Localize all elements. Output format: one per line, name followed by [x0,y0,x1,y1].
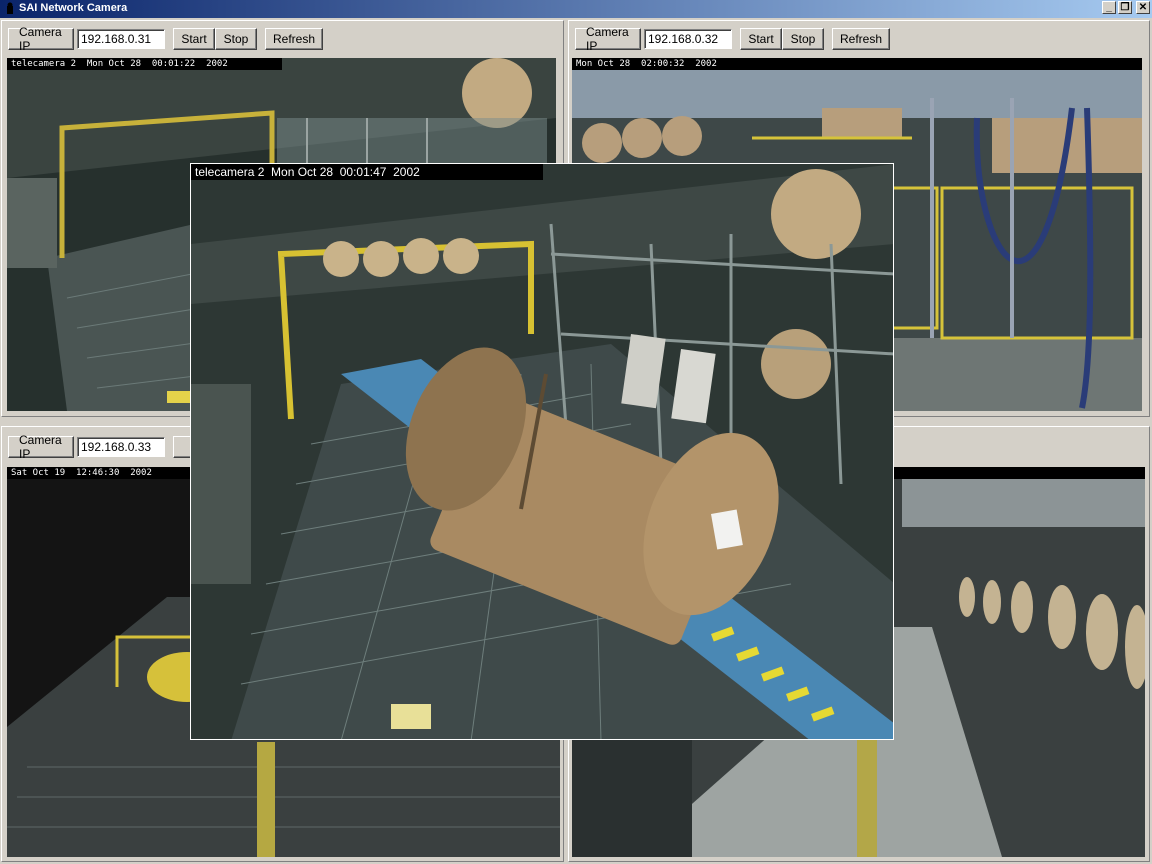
camera-ip-button[interactable]: Camera IP [575,25,641,53]
minimize-icon[interactable]: _ [1102,1,1116,14]
start-button[interactable]: Start [173,28,215,50]
start-button[interactable]: Start [740,28,782,50]
camera-osd-timestamp: telecamera 2 Mon Oct 28 00:01:47 2002 [191,164,543,180]
maximize-icon[interactable]: ❐ [1118,1,1132,14]
refresh-button[interactable]: Refresh [265,28,323,50]
camera-ip-input[interactable] [77,437,165,457]
camera-osd-timestamp: Sat Oct 19 12:46:30 2002 [7,467,192,479]
app-icon [7,2,13,14]
camera-ip-input[interactable] [644,29,732,49]
camera-osd-timestamp: telecamera 2 Mon Oct 28 00:01:22 2002 [7,58,282,70]
video-frame-image [191,164,893,739]
camera-ip-button[interactable]: Camera IP [8,25,74,53]
camera-osd-timestamp: Mon Oct 28 02:00:32 2002 [572,58,1142,70]
stop-button[interactable]: Stop [782,28,824,50]
close-icon[interactable]: ✕ [1136,1,1150,14]
refresh-button[interactable]: Refresh [832,28,890,50]
title-bar: SAI Network Camera _ ❐ ✕ [0,0,1152,18]
window-title: SAI Network Camera [19,2,128,14]
enlarged-camera-view[interactable]: telecamera 2 Mon Oct 28 00:01:47 2002 [190,163,894,740]
stop-button[interactable]: Stop [215,28,257,50]
camera-ip-button[interactable]: Camera IP [8,433,74,461]
camera-ip-input[interactable] [77,29,165,49]
